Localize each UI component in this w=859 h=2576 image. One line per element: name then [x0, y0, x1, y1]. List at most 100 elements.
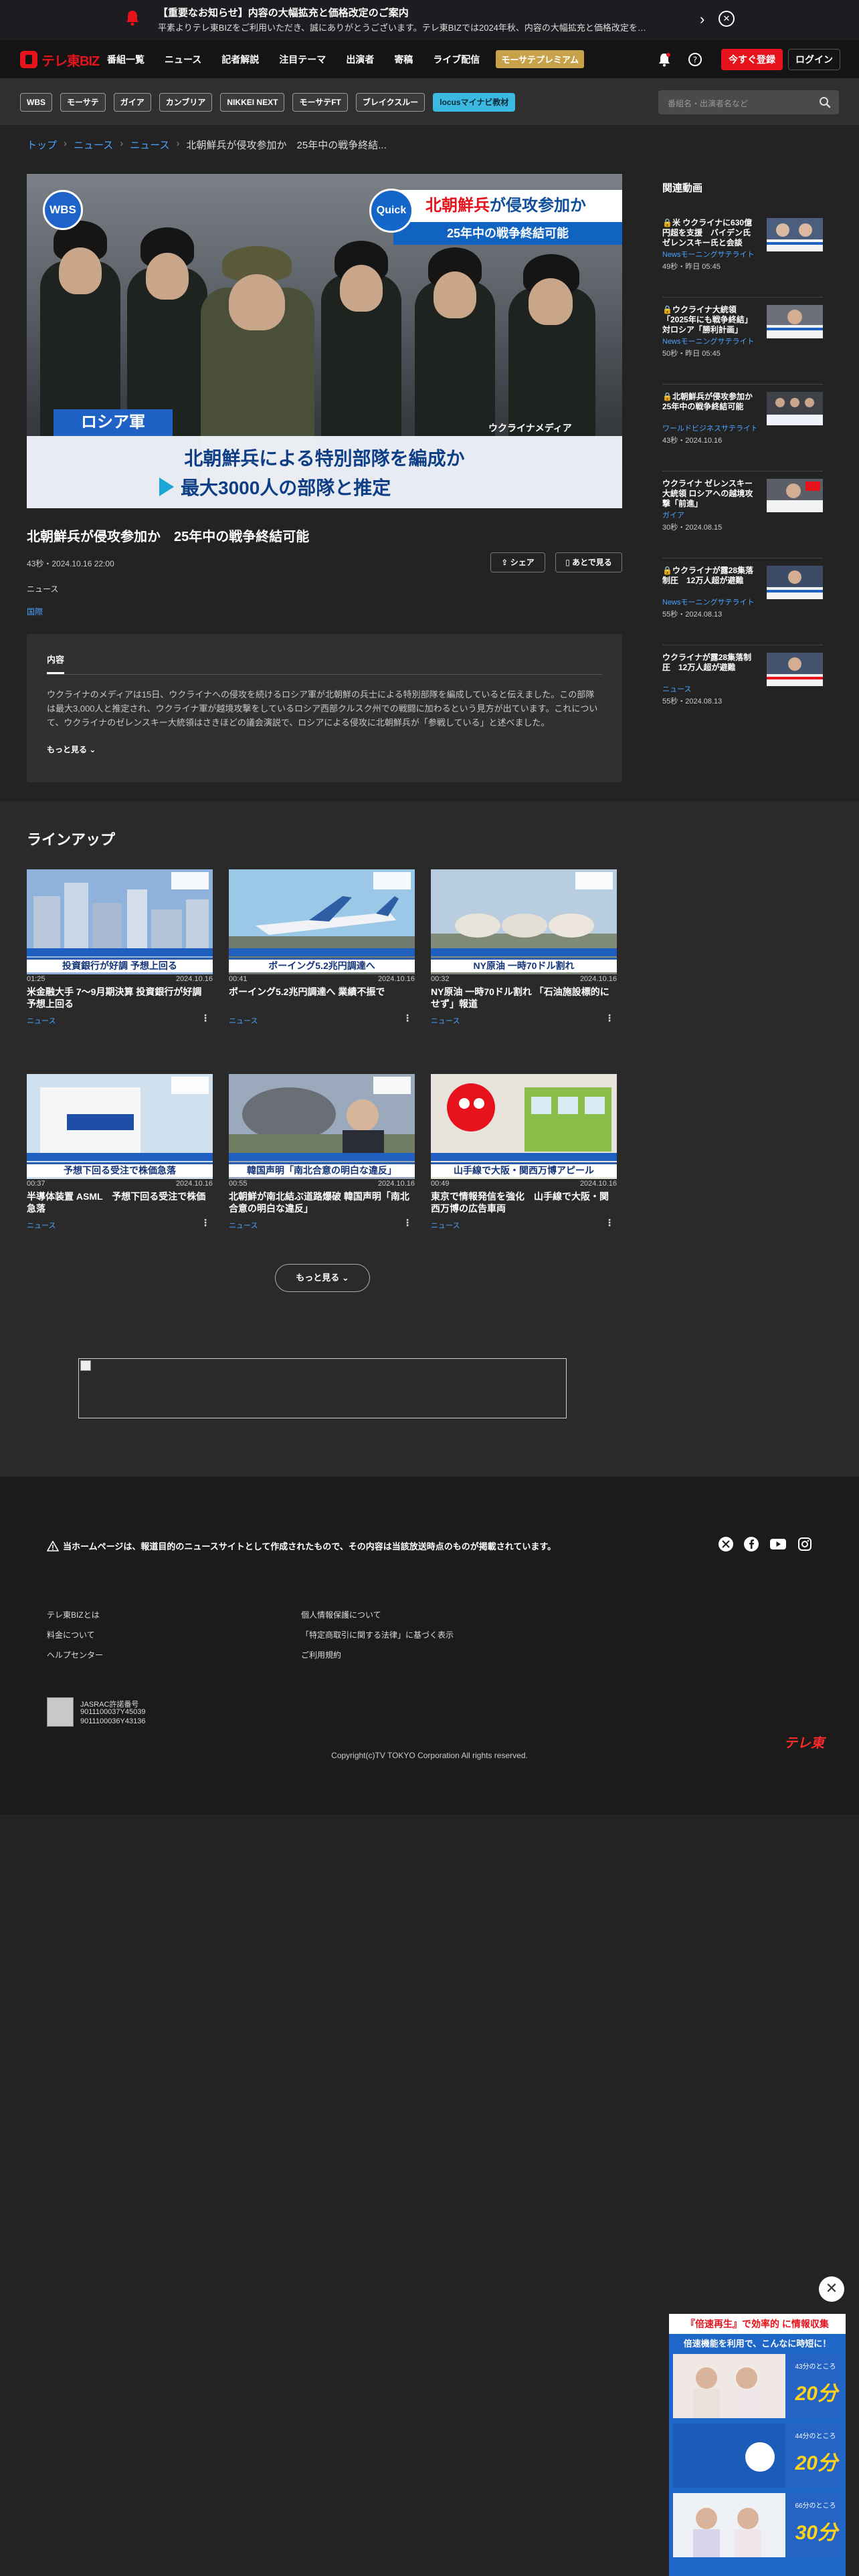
- card-category[interactable]: ニュース: [229, 1015, 258, 1026]
- related-item[interactable]: 🔒米 ウクライナに630億円超を支援 バイデン氏 ゼレンスキー氏と会談 News…: [662, 218, 823, 282]
- float-ad-item[interactable]: 44分のところ 20分: [673, 2424, 842, 2488]
- floating-ad[interactable]: 『倍速再生』で効率的 に情報収集 倍速機能を利用で、こんなに時短に！ 43分のと…: [669, 2314, 846, 2576]
- chip-wbs[interactable]: WBS: [20, 93, 52, 112]
- search-input[interactable]: 番組名・出演者名など: [658, 90, 839, 114]
- card-category[interactable]: ニュース: [431, 1220, 460, 1230]
- card-title[interactable]: 北朝鮮が南北結ぶ道路爆破 韓国声明「南北合意の明白な違反」: [229, 1190, 415, 1214]
- related-item-series[interactable]: Newsモーニングサテライト: [662, 597, 756, 607]
- lineup-card[interactable]: NY原油 一時70ドル割れ 00:32 2024.10.16 NY原油 一時70…: [431, 869, 617, 1046]
- lineup-card[interactable]: 投資銀行が好調 予想上回る 01:25 2024.10.16 米金融大手 7～9…: [27, 869, 213, 1046]
- nav-commentary[interactable]: 記者解説: [221, 53, 259, 66]
- footer-link-help[interactable]: ヘルプセンター: [47, 1649, 103, 1660]
- notification-bell-icon[interactable]: [657, 52, 672, 67]
- show-more-button[interactable]: もっと見る ⌄: [47, 744, 96, 755]
- chip-locus[interactable]: locusマイナビ教材: [433, 93, 516, 112]
- related-item[interactable]: 🔒北朝鮮兵が侵攻参加か 25年中の戦争終結可能 ワールドビジネスサテライト 43…: [662, 384, 823, 456]
- nav-news[interactable]: ニュース: [165, 53, 201, 66]
- chip-breakthrough[interactable]: ブレイクスルー: [355, 93, 425, 112]
- related-item-title: 🔒ウクライナ大統領「2025年にも戦争終結」 対ロシア「勝利計画」: [662, 305, 753, 334]
- facebook-icon[interactable]: [744, 1537, 759, 1551]
- float-ad-item[interactable]: 66分のところ 30分: [673, 2493, 842, 2557]
- search-icon[interactable]: [819, 96, 831, 108]
- card-category[interactable]: ニュース: [27, 1015, 56, 1026]
- instagram-icon[interactable]: [797, 1537, 812, 1551]
- related-item[interactable]: 🔒ウクライナ大統領「2025年にも戦争終結」 対ロシア「勝利計画」 Newsモー…: [662, 297, 823, 369]
- breadcrumb-news[interactable]: ニュース: [74, 138, 113, 152]
- chevron-right-icon[interactable]: ›: [700, 11, 704, 28]
- more-options-icon[interactable]: ⋮: [605, 1012, 614, 1024]
- card-title[interactable]: ボーイング5.2兆円調達へ 業績不振で: [229, 986, 415, 1010]
- lineup-card[interactable]: 韓国声明「南北合意の明白な違反」 00:55 2024.10.16 北朝鮮が南北…: [229, 1074, 415, 1251]
- related-item[interactable]: ウクライナが露28集落制圧 12万人超が避難 ニュース 55秒・2024.08.…: [662, 645, 823, 717]
- nav-programs[interactable]: 番組一覧: [107, 53, 145, 66]
- close-icon[interactable]: ✕: [819, 2276, 844, 2302]
- card-category[interactable]: ニュース: [229, 1220, 258, 1230]
- card-title[interactable]: NY原油 一時70ドル割れ 「石油施設標的にせず」報道: [431, 986, 617, 1010]
- youtube-icon[interactable]: [769, 1537, 787, 1551]
- lineup-more-button[interactable]: もっと見る ⌄: [275, 1264, 370, 1292]
- lineup-card[interactable]: ボーイング5.2兆円調達へ 00:41 2024.10.16 ボーイング5.2兆…: [229, 869, 415, 1046]
- chip-gaia[interactable]: ガイア: [113, 93, 151, 112]
- close-icon[interactable]: ✕: [719, 11, 735, 27]
- breadcrumb-news-sub[interactable]: ニュース: [130, 138, 169, 152]
- login-button[interactable]: ログイン: [788, 49, 840, 70]
- card-category[interactable]: ニュース: [27, 1220, 56, 1230]
- lineup-card[interactable]: 予想下回る受注で株価急落 00:37 2024.10.16 半導体装置 ASML…: [27, 1074, 213, 1251]
- nav-casts[interactable]: 出演者: [346, 53, 374, 66]
- notice-bar[interactable]: 【重要なお知らせ】内容の大幅拡充と価格改定のご案内 平素よりテレ東BIZをご利用…: [0, 0, 859, 40]
- notice-title[interactable]: 【重要なお知らせ】内容の大幅拡充と価格改定のご案内: [158, 5, 409, 19]
- float-ad-item[interactable]: 43分のところ 20分: [673, 2354, 842, 2418]
- chip-cambria[interactable]: カンブリア: [159, 93, 213, 112]
- site-logo[interactable]: テレ東BIZ: [20, 50, 100, 69]
- tab-content[interactable]: 内容: [47, 653, 65, 674]
- card-title[interactable]: 米金融大手 7～9月期決算 投資銀行が好調 予想上回る: [27, 986, 213, 1010]
- related-thumbnail[interactable]: [767, 218, 823, 251]
- share-button[interactable]: ⇪ シェア: [490, 552, 545, 572]
- related-thumbnail[interactable]: [767, 479, 823, 512]
- footer-link-commercial-law[interactable]: 「特定商取引に関する法律」に基づく表示: [301, 1629, 454, 1640]
- footer-link-pricing[interactable]: 料金について: [47, 1629, 95, 1640]
- related-item-series[interactable]: Newsモーニングサテライト: [662, 249, 756, 259]
- caption-line-1: 北朝鮮兵による特別部隊を編成か: [184, 448, 465, 469]
- chip-morning-sat[interactable]: モーサテ: [60, 93, 106, 112]
- card-duration: 00:41: [229, 975, 248, 983]
- footer-link-privacy[interactable]: 個人情報保護について: [301, 1609, 381, 1620]
- card-date: 2024.10.16: [377, 975, 415, 983]
- register-button[interactable]: 今すぐ登録: [721, 49, 783, 70]
- ad-banner[interactable]: [78, 1358, 567, 1418]
- video-tag-link[interactable]: 国際: [27, 606, 43, 617]
- more-options-icon[interactable]: ⋮: [403, 1217, 412, 1228]
- related-item-series[interactable]: Newsモーニングサテライト: [662, 336, 756, 346]
- breadcrumb-top[interactable]: トップ: [27, 138, 57, 152]
- chip-nikkei-next[interactable]: NIKKEI NEXT: [220, 93, 285, 112]
- nav-articles[interactable]: 寄稿: [394, 53, 413, 66]
- help-icon[interactable]: ?: [688, 52, 702, 67]
- x-twitter-icon[interactable]: [719, 1537, 733, 1551]
- related-thumbnail[interactable]: [767, 392, 823, 425]
- nav-themes[interactable]: 注目テーマ: [279, 53, 326, 66]
- related-item-series[interactable]: ワールドビジネスサテライト: [662, 423, 756, 433]
- footer-link-terms[interactable]: ご利用規約: [301, 1649, 341, 1660]
- related-item-series[interactable]: ニュース: [662, 683, 756, 694]
- card-category[interactable]: ニュース: [431, 1015, 460, 1026]
- video-player[interactable]: WBS Quick 北朝鮮兵が侵攻参加か 25年中の戦争終結可能 ロシア軍 ウク…: [27, 174, 622, 508]
- lineup-card[interactable]: 山手線で大阪・関西万博アピール 00:49 2024.10.16 東京で情報発信…: [431, 1074, 617, 1251]
- watch-later-button[interactable]: ▯ あとで見る: [555, 552, 622, 572]
- related-item[interactable]: ウクライナ ゼレンスキー大統領 ロシアへの越境攻撃「前進」 ガイア 30秒・20…: [662, 471, 823, 543]
- related-thumbnail[interactable]: [767, 305, 823, 338]
- tvtokyo-logo[interactable]: テレ東: [784, 1732, 824, 1751]
- more-options-icon[interactable]: ⋮: [201, 1217, 210, 1228]
- nav-live[interactable]: ライブ配信: [433, 53, 480, 66]
- related-item[interactable]: 🔒ウクライナが露28集落制圧 12万人超が避難 Newsモーニングサテライト 5…: [662, 558, 823, 630]
- related-thumbnail[interactable]: [767, 566, 823, 599]
- related-item-series[interactable]: ガイア: [662, 510, 756, 520]
- more-options-icon[interactable]: ⋮: [605, 1217, 614, 1228]
- more-options-icon[interactable]: ⋮: [201, 1012, 210, 1024]
- footer-link-about[interactable]: テレ東BIZとは: [47, 1609, 100, 1620]
- card-title[interactable]: 東京で情報発信を強化 山手線で大阪・関西万博の広告車両: [431, 1190, 617, 1214]
- more-options-icon[interactable]: ⋮: [403, 1012, 412, 1024]
- chip-morning-sat-ft[interactable]: モーサテFT: [292, 93, 348, 112]
- nav-premium[interactable]: モーサテプレミアム: [496, 50, 585, 68]
- related-thumbnail[interactable]: [767, 653, 823, 686]
- card-title[interactable]: 半導体装置 ASML 予想下回る受注で株価急落: [27, 1190, 213, 1214]
